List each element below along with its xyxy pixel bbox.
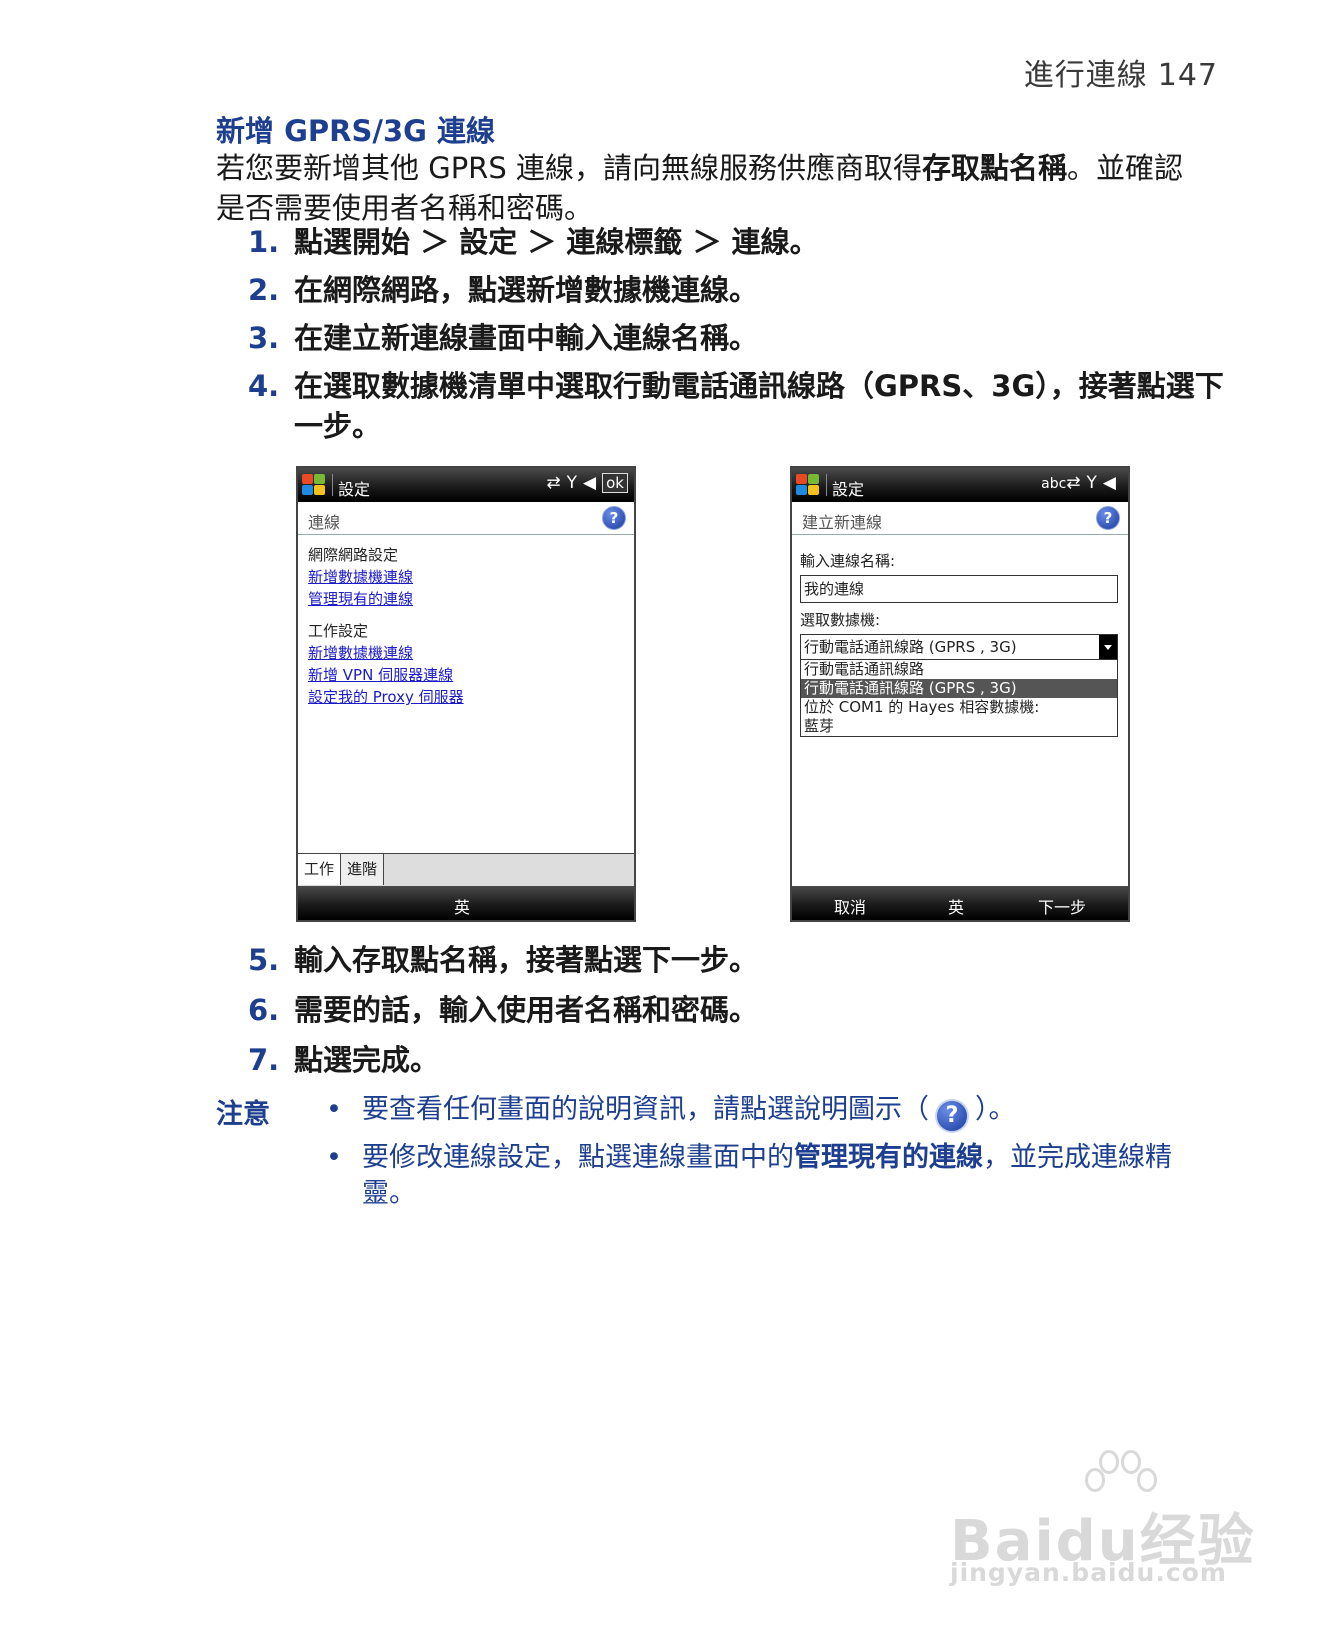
- data-connection-icon: ⇄: [1066, 473, 1087, 493]
- step-2: 2. 在網際網路，點選新增數據機連線。: [248, 270, 1228, 310]
- tab-work[interactable]: 工作: [298, 854, 342, 885]
- data-connection-icon: ⇄: [546, 473, 567, 493]
- tab-strip: 工作 進階: [298, 853, 634, 886]
- softkey-bar: 取消 英 下一步: [792, 886, 1128, 920]
- step-number: 6.: [248, 993, 280, 1027]
- note-label: 注意: [216, 1099, 270, 1130]
- step-text: 點選開始 ＞ 設定 ＞ 連線標籤 ＞ 連線。: [294, 225, 819, 259]
- windows-start-icon[interactable]: [302, 474, 326, 496]
- connection-list: 網際網路設定 新增數據機連線 管理現有的連線 工作設定 新增數據機連線 新增 V…: [308, 544, 464, 708]
- step-number: 5.: [248, 943, 280, 977]
- new-connection-form: 輸入連線名稱: 我的連線 選取數據機: 行動電話通訊線路 (GPRS , 3G)…: [800, 544, 1118, 737]
- step-5: 5. 輸入存取點名稱，接著點選下一步。: [248, 940, 1228, 980]
- watermark-url: jingyan.baidu.com: [950, 1558, 1227, 1587]
- help-icon[interactable]: ?: [1096, 506, 1120, 530]
- group-label-work: 工作設定: [308, 622, 369, 640]
- input-abc-indicator: abc: [1041, 476, 1067, 492]
- modem-dropdown-list: 行動電話通訊線路 行動電話通訊線路 (GPRS , 3G) 位於 COM1 的 …: [800, 660, 1118, 737]
- softkey-input-mode[interactable]: 英: [948, 894, 964, 918]
- ok-button[interactable]: ok: [602, 473, 628, 493]
- step-number: 2.: [248, 273, 280, 307]
- link-add-modem-connection[interactable]: 新增數據機連線: [308, 566, 464, 588]
- windows-start-icon[interactable]: [796, 474, 820, 496]
- step-number: 7.: [248, 1043, 280, 1077]
- note-text: ）。: [975, 1094, 1016, 1125]
- softkey-input-mode[interactable]: 英: [454, 894, 470, 918]
- signal-icon: Y: [1086, 473, 1103, 493]
- title-bar: 設定 abc⇄Y◀: [792, 468, 1128, 502]
- link-add-vpn-connection[interactable]: 新增 VPN 伺服器連線: [308, 664, 464, 686]
- subheader-title: 連線: [308, 513, 341, 532]
- step-text: 輸入存取點名稱，接著點選下一步。: [294, 943, 759, 977]
- note-bullet-2: • 要修改連線設定，點選連線畫面中的管理現有的連線，並完成連線精靈。: [326, 1140, 1206, 1212]
- intro-text-1: 若您要新增其他 GPRS 連線，請向無線服務供應商取得: [216, 151, 922, 185]
- step-text: 點選完成。: [294, 1043, 440, 1077]
- step-text: 在選取數據機清單中選取行動電話通訊線路（GPRS、3G），接著點選下一步。: [294, 369, 1224, 443]
- link-manage-connections[interactable]: 管理現有的連線: [308, 588, 464, 610]
- step-text: 在建立新連線畫面中輸入連線名稱。: [294, 321, 759, 355]
- step-number: 3.: [248, 321, 280, 355]
- intro-paragraph: 若您要新增其他 GPRS 連線，請向無線服務供應商取得存取點名稱。並確認是否需要…: [216, 148, 1206, 228]
- modem-select-label: 選取數據機:: [800, 611, 881, 629]
- help-icon[interactable]: ?: [602, 506, 626, 530]
- step-4: 4. 在選取數據機清單中選取行動電話通訊線路（GPRS、3G），接著點選下一步。: [248, 366, 1228, 446]
- volume-icon: ◀: [1102, 473, 1122, 493]
- subheader-title: 建立新連線: [802, 513, 883, 532]
- screenshot-connections: 設定 ⇄Y◀ ok 連線 ? 網際網路設定 新增數據機連線 管理現有的連線 工作設…: [296, 466, 636, 922]
- screenshot-new-connection: 設定 abc⇄Y◀ 建立新連線 ? 輸入連線名稱: 我的連線 選取數據機: 行動…: [790, 466, 1130, 922]
- note-text: 要查看任何畫面的說明資訊，請點選說明圖示（: [362, 1094, 929, 1125]
- subheader: 建立新連線 ?: [792, 502, 1128, 535]
- step-3: 3. 在建立新連線畫面中輸入連線名稱。: [248, 318, 1228, 358]
- step-7: 7. 點選完成。: [248, 1040, 1228, 1080]
- softkey-cancel[interactable]: 取消: [834, 894, 866, 918]
- modem-option-selected[interactable]: 行動電話通訊線路 (GPRS , 3G): [801, 679, 1117, 698]
- subheader: 連線 ?: [298, 502, 634, 535]
- link-add-modem-connection-work[interactable]: 新增數據機連線: [308, 642, 464, 664]
- volume-icon: ◀: [583, 473, 603, 493]
- step-number: 1.: [248, 225, 280, 259]
- bullet-symbol: •: [326, 1094, 342, 1125]
- step-text: 需要的話，輸入使用者名稱和密碼。: [294, 993, 759, 1027]
- signal-icon: Y: [566, 473, 584, 493]
- help-icon: ?: [935, 1099, 969, 1133]
- step-text: 在網際網路，點選新增數據機連線。: [294, 273, 759, 307]
- softkey-next[interactable]: 下一步: [1038, 894, 1086, 918]
- note-bullet-1: • 要查看任何畫面的說明資訊，請點選說明圖示（?）。: [326, 1092, 1206, 1133]
- group-label-internet: 網際網路設定: [308, 546, 399, 564]
- softkey-bar: 英: [298, 886, 634, 920]
- note-text: 要修改連線設定，點選連線畫面中的: [362, 1142, 794, 1173]
- page-header: 進行連線 147: [1024, 50, 1218, 94]
- link-set-proxy[interactable]: 設定我的 Proxy 伺服器: [308, 686, 464, 708]
- modem-option[interactable]: 位於 COM1 的 Hayes 相容數據機:: [801, 698, 1117, 717]
- modem-option[interactable]: 行動電話通訊線路: [801, 660, 1117, 679]
- note-bold-term: 管理現有的連線: [794, 1142, 983, 1173]
- window-title: 設定: [338, 480, 371, 499]
- bullet-symbol: •: [326, 1142, 342, 1173]
- modem-option[interactable]: 藍芽: [801, 717, 1117, 736]
- connection-name-input[interactable]: 我的連線: [800, 575, 1118, 603]
- modem-select[interactable]: 行動電話通訊線路 (GPRS , 3G): [800, 634, 1118, 660]
- baidu-watermark: Baidu经验 jingyan.baidu.com: [950, 1450, 1270, 1587]
- section-title: 新增 GPRS/3G 連線: [216, 114, 496, 148]
- window-title: 設定: [832, 480, 865, 499]
- intro-bold-term: 存取點名稱: [921, 151, 1067, 185]
- chapter-title: 進行連線: [1023, 58, 1148, 93]
- status-icons: abc⇄Y◀: [1041, 473, 1122, 493]
- chevron-down-icon[interactable]: [1099, 635, 1117, 659]
- step-number: 4.: [248, 369, 280, 403]
- title-bar: 設定 ⇄Y◀ ok: [298, 468, 634, 502]
- step-6: 6. 需要的話，輸入使用者名稱和密碼。: [248, 990, 1228, 1030]
- step-1: 1. 點選開始 ＞ 設定 ＞ 連線標籤 ＞ 連線。: [248, 222, 1228, 262]
- status-icons: ⇄Y◀ ok: [546, 473, 628, 493]
- page-number: 147: [1157, 58, 1218, 93]
- tab-advanced[interactable]: 進階: [341, 854, 385, 885]
- connection-name-label: 輸入連線名稱:: [800, 552, 896, 570]
- modem-selected-value: 行動電話通訊線路 (GPRS , 3G): [804, 638, 1017, 656]
